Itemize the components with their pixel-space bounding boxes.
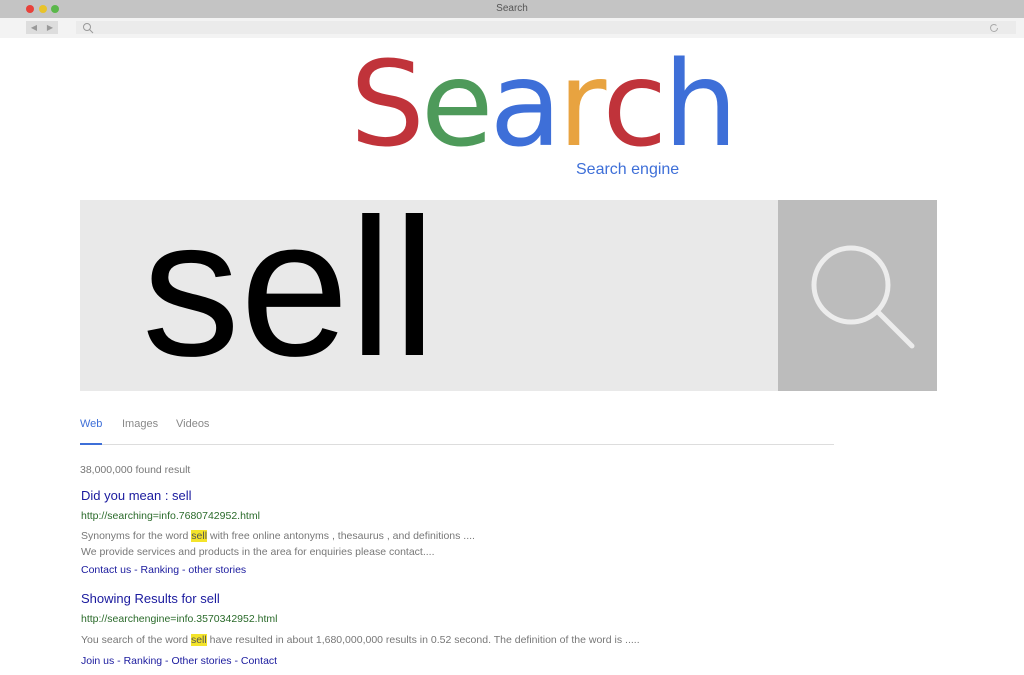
desc-text: You search of the word (81, 634, 191, 646)
result-url[interactable]: http://searchengine=info.3570342952.html (81, 613, 277, 625)
search-input[interactable]: sell (80, 190, 778, 391)
result-links[interactable]: Join us - Ranking - Other stories - Cont… (81, 655, 277, 667)
logo-subtitle: Search engine (576, 161, 680, 178)
forward-icon[interactable]: ▶ (47, 23, 53, 32)
result-links[interactable]: Contact us - Ranking - other stories (81, 564, 246, 576)
result-description: Synonyms for the word sell with free onl… (81, 530, 475, 542)
window-titlebar: Search (0, 0, 1024, 18)
highlight: sell (190, 634, 207, 646)
tab-videos[interactable]: Videos (176, 418, 209, 438)
logo: Search (350, 35, 738, 173)
tab-web[interactable]: Web (80, 418, 103, 445)
search-button[interactable] (778, 200, 937, 391)
logo-letter: e (420, 35, 494, 173)
back-icon[interactable]: ◀ (31, 23, 37, 32)
logo-letter: S (350, 35, 425, 173)
address-bar[interactable] (76, 21, 1016, 34)
result-url[interactable]: http://searching=info.7680742952.html (81, 510, 260, 522)
result-description: We provide services and products in the … (81, 546, 435, 558)
result-description: You search of the word sell have resulte… (81, 634, 640, 646)
result-tabs: Web Images Videos (80, 418, 834, 445)
nav-buttons[interactable]: ◀ ▶ (26, 21, 58, 34)
logo-letter: r (557, 35, 606, 173)
result-count: 38,000,000 found result (80, 464, 191, 476)
search-query: sell (142, 178, 437, 397)
tab-images[interactable]: Images (122, 418, 158, 438)
window-title: Search (496, 3, 528, 14)
result-title[interactable]: Did you mean : sell (81, 488, 192, 503)
logo-letter: h (663, 35, 738, 173)
desc-text: Synonyms for the word (81, 530, 192, 542)
result-title[interactable]: Showing Results for sell (81, 591, 220, 606)
desc-text: have resulted in about 1,680,000,000 res… (206, 634, 640, 646)
search-icon (83, 23, 94, 34)
desc-text: with free online antonyms , thesaurus , … (207, 530, 475, 542)
highlight: sell (191, 530, 208, 542)
logo-letter: c (602, 35, 667, 173)
reload-icon[interactable] (988, 22, 1000, 34)
search-icon (811, 245, 915, 349)
logo-letter: a (489, 35, 562, 173)
